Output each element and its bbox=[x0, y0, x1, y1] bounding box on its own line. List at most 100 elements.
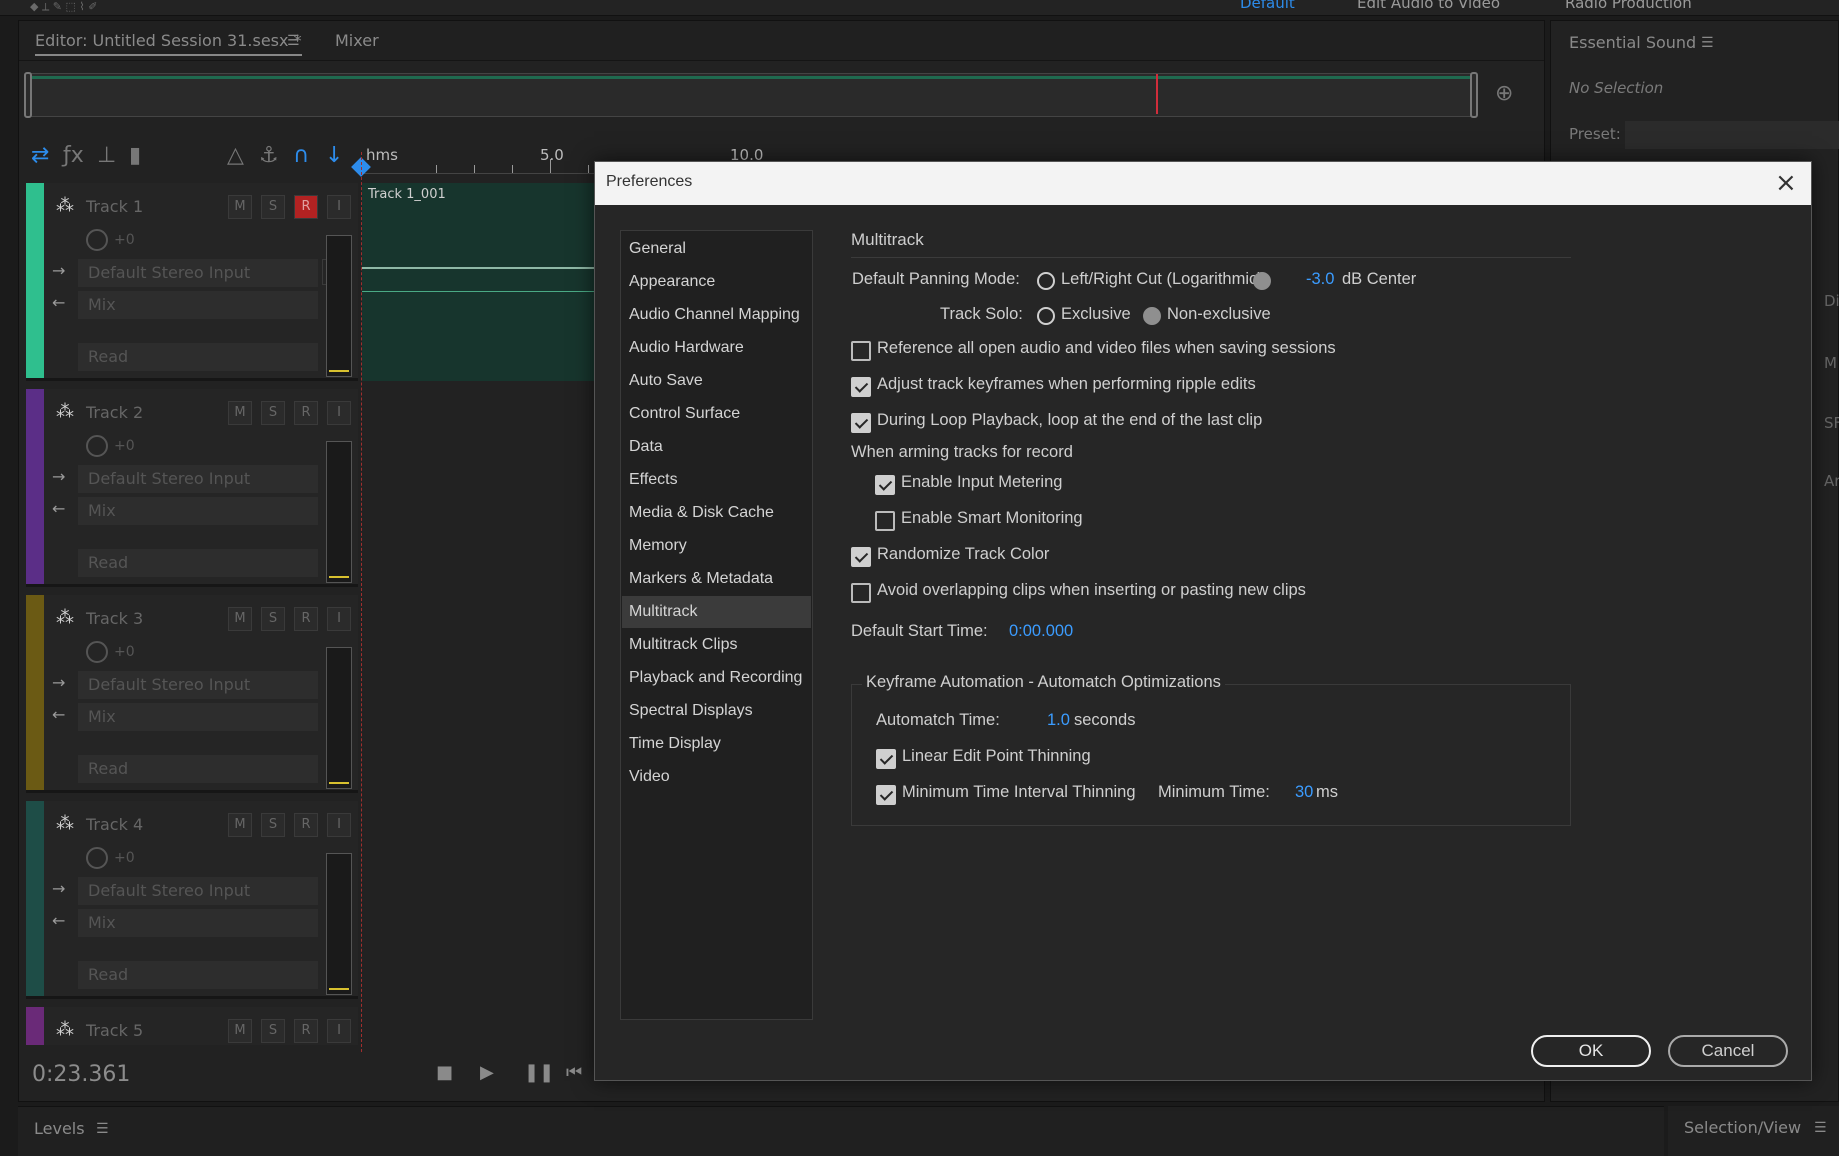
toolbar-tools-icon[interactable]: ◆ ⟂ ✎ ⬚ ⌇ ✐ bbox=[30, 0, 97, 14]
avoid-overlap-checkbox[interactable] bbox=[851, 583, 871, 603]
workspace-tab-default[interactable]: Default bbox=[1240, 0, 1295, 12]
editor-tab[interactable]: Editor: Untitled Session 31.sesx * bbox=[35, 31, 302, 56]
volume-control[interactable]: +0 bbox=[86, 641, 135, 663]
workspace-tab-edit-audio-to-video[interactable]: Edit Audio to Video bbox=[1357, 0, 1500, 12]
input-metering-label[interactable]: Enable Input Metering bbox=[901, 473, 1062, 492]
track-name[interactable]: Track 3 bbox=[86, 609, 143, 628]
adjust-keyframes-label[interactable]: Adjust track keyframes when performing r… bbox=[877, 375, 1256, 394]
selection-view-title[interactable]: Selection/View bbox=[1684, 1118, 1801, 1137]
preset-select[interactable] bbox=[1625, 121, 1839, 149]
track-name[interactable]: Track 4 bbox=[86, 815, 143, 834]
mute-button[interactable]: M bbox=[228, 401, 252, 425]
cancel-button[interactable]: Cancel bbox=[1668, 1035, 1788, 1067]
overview-left-handle[interactable] bbox=[24, 72, 32, 118]
monitor-input-button[interactable]: I bbox=[327, 401, 351, 425]
category-appearance[interactable]: Appearance bbox=[622, 266, 811, 298]
track-input-select[interactable]: Default Stereo Input bbox=[78, 259, 318, 287]
inputs-outputs-icon[interactable]: ⇄ bbox=[31, 143, 49, 168]
volume-knob-icon[interactable] bbox=[86, 847, 108, 869]
track-output-select[interactable]: Mix bbox=[78, 703, 318, 731]
headphones-icon[interactable]: ∩ bbox=[293, 143, 309, 168]
min-time-value[interactable]: 30 bbox=[1295, 783, 1313, 802]
category-audio-channel-mapping[interactable]: Audio Channel Mapping bbox=[622, 299, 811, 331]
track-name[interactable]: Track 2 bbox=[86, 403, 143, 422]
record-arm-button[interactable]: R bbox=[294, 1019, 318, 1043]
previous-icon[interactable]: ⏮ bbox=[566, 1062, 582, 1083]
category-spectral-displays[interactable]: Spectral Displays bbox=[622, 695, 811, 727]
workspace-tab-radio-production[interactable]: Radio Production bbox=[1565, 0, 1692, 12]
monitor-input-button[interactable]: I bbox=[327, 195, 351, 219]
mute-button[interactable]: M bbox=[228, 1019, 252, 1043]
category-control-surface[interactable]: Control Surface bbox=[622, 398, 811, 430]
panning-lr-cut-radio[interactable] bbox=[1037, 272, 1055, 290]
pause-icon[interactable]: ❚❚ bbox=[524, 1062, 554, 1083]
reference-files-checkbox[interactable] bbox=[851, 341, 871, 361]
track-name[interactable]: Track 5 bbox=[86, 1021, 143, 1040]
category-effects[interactable]: Effects bbox=[622, 464, 811, 496]
solo-exclusive-radio[interactable] bbox=[1037, 307, 1055, 325]
play-icon[interactable]: ▶ bbox=[480, 1062, 494, 1083]
automation-mode-select[interactable]: Read bbox=[78, 343, 318, 371]
monitor-input-button[interactable]: I bbox=[327, 813, 351, 837]
panel-menu-icon[interactable]: ☰ bbox=[1814, 1120, 1827, 1136]
category-video[interactable]: Video bbox=[622, 761, 811, 793]
category-general[interactable]: General bbox=[622, 233, 811, 265]
panning-db-center-radio[interactable] bbox=[1253, 272, 1271, 290]
category-data[interactable]: Data bbox=[622, 431, 811, 463]
adjust-keyframes-checkbox[interactable] bbox=[851, 377, 871, 397]
category-auto-save[interactable]: Auto Save bbox=[622, 365, 811, 397]
category-memory[interactable]: Memory bbox=[622, 530, 811, 562]
dialog-titlebar[interactable]: Preferences × bbox=[595, 162, 1811, 205]
tool-icon[interactable]: ⚓ bbox=[259, 143, 279, 168]
overview-bar[interactable] bbox=[24, 72, 1478, 118]
solo-nonexclusive-label[interactable]: Non-exclusive bbox=[1167, 305, 1271, 324]
category-multitrack[interactable]: Multitrack bbox=[622, 596, 811, 628]
randomize-color-checkbox[interactable] bbox=[851, 547, 871, 567]
panel-menu-icon[interactable]: ☰ bbox=[96, 1121, 109, 1137]
solo-button[interactable]: S bbox=[261, 195, 285, 219]
track-input-select[interactable]: Default Stereo Input bbox=[78, 465, 318, 493]
record-arm-button[interactable]: R bbox=[294, 813, 318, 837]
track-output-select[interactable]: Mix bbox=[78, 909, 318, 937]
automatch-time-value[interactable]: 1.0 bbox=[1047, 711, 1070, 730]
reference-files-label[interactable]: Reference all open audio and video files… bbox=[877, 339, 1336, 358]
volume-knob-icon[interactable] bbox=[86, 229, 108, 251]
monitor-input-button[interactable]: I bbox=[327, 607, 351, 631]
category-playback-recording[interactable]: Playback and Recording bbox=[622, 662, 811, 694]
sends-icon[interactable]: ⊥ bbox=[97, 143, 116, 168]
linear-thinning-checkbox[interactable] bbox=[876, 749, 896, 769]
mixer-tab[interactable]: Mixer bbox=[335, 31, 379, 50]
essential-sound-title[interactable]: Essential Sound bbox=[1569, 33, 1696, 52]
zoom-to-fit-icon[interactable]: ⊕ bbox=[1495, 81, 1513, 106]
clip-volume-line[interactable] bbox=[362, 267, 612, 269]
marker-icon[interactable]: ↓ bbox=[325, 143, 343, 168]
metronome-icon[interactable]: △ bbox=[227, 143, 244, 168]
track-1-lane[interactable]: Track 1_001 bbox=[362, 183, 612, 381]
audio-clip[interactable]: Track 1_001 bbox=[362, 183, 612, 381]
record-arm-button[interactable]: R bbox=[294, 401, 318, 425]
mute-button[interactable]: M bbox=[228, 195, 252, 219]
category-audio-hardware[interactable]: Audio Hardware bbox=[622, 332, 811, 364]
track-output-select[interactable]: Mix bbox=[78, 497, 318, 525]
solo-button[interactable]: S bbox=[261, 813, 285, 837]
automation-mode-select[interactable]: Read bbox=[78, 755, 318, 783]
ok-button[interactable]: OK bbox=[1531, 1035, 1651, 1067]
linear-thinning-label[interactable]: Linear Edit Point Thinning bbox=[902, 747, 1091, 766]
solo-button[interactable]: S bbox=[261, 401, 285, 425]
solo-nonexclusive-radio[interactable] bbox=[1143, 307, 1161, 325]
solo-button[interactable]: S bbox=[261, 607, 285, 631]
randomize-color-label[interactable]: Randomize Track Color bbox=[877, 545, 1049, 564]
panning-db-value[interactable]: -3.0 bbox=[1306, 270, 1334, 289]
monitor-input-button[interactable]: I bbox=[327, 1019, 351, 1043]
stop-icon[interactable]: ■ bbox=[436, 1062, 453, 1083]
smart-monitoring-checkbox[interactable] bbox=[875, 511, 895, 531]
category-multitrack-clips[interactable]: Multitrack Clips bbox=[622, 629, 811, 661]
track-name[interactable]: Track 1 bbox=[86, 197, 143, 216]
smart-monitoring-label[interactable]: Enable Smart Monitoring bbox=[901, 509, 1083, 528]
panel-menu-icon[interactable]: ☰ bbox=[1701, 35, 1714, 51]
volume-control[interactable]: +0 bbox=[86, 847, 135, 869]
input-metering-checkbox[interactable] bbox=[875, 475, 895, 495]
track-output-select[interactable]: Mix bbox=[78, 291, 318, 319]
record-arm-button[interactable]: R bbox=[294, 607, 318, 631]
editor-menu-icon[interactable]: ☰ bbox=[287, 33, 300, 49]
